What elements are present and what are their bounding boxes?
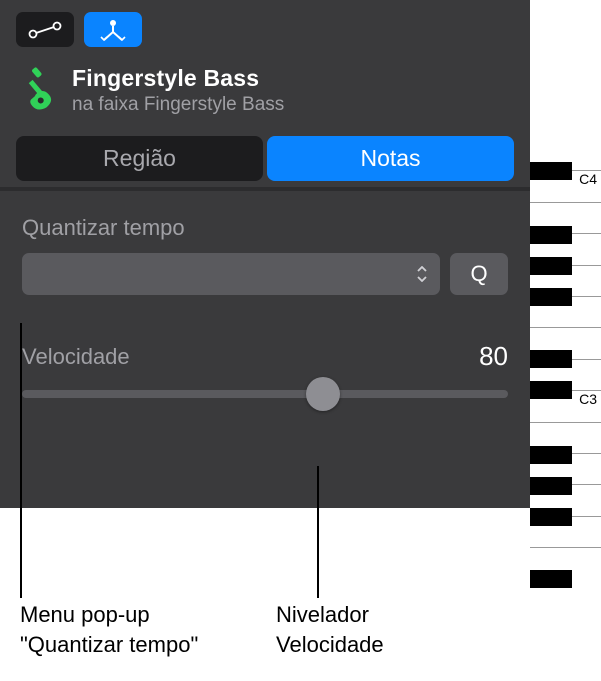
quantize-label: Quantizar tempo: [22, 215, 508, 241]
automation-button[interactable]: [16, 12, 74, 47]
key-label-c3: C3: [579, 391, 597, 407]
track-title: Fingerstyle Bass: [72, 65, 514, 92]
flex-button[interactable]: [84, 12, 142, 47]
tab-notes[interactable]: Notas: [267, 136, 514, 181]
tab-row: Região Notas: [0, 136, 530, 187]
velocity-slider[interactable]: [22, 390, 508, 398]
automation-curve-icon: [28, 21, 62, 39]
velocity-label: Velocidade: [22, 344, 130, 370]
toolbar: [0, 0, 530, 65]
quantize-dropdown[interactable]: [22, 253, 440, 295]
velocity-slider-thumb[interactable]: [306, 377, 340, 411]
flex-icon: [98, 18, 128, 42]
callout-velocity: Nivelador Velocidade: [276, 600, 384, 659]
velocity-value: 80: [479, 341, 508, 372]
tab-region[interactable]: Região: [16, 136, 263, 181]
track-subtitle: na faixa Fingerstyle Bass: [72, 94, 514, 116]
guitar-icon: [7, 60, 69, 122]
callout-quantize: Menu pop-up "Quantizar tempo": [20, 600, 198, 659]
chevron-updown-icon: [416, 266, 428, 282]
piano-ruler[interactable]: C4 C3: [530, 140, 601, 580]
quantize-apply-button[interactable]: Q: [450, 253, 508, 295]
callout-line-quantize: [20, 323, 22, 598]
track-header: Fingerstyle Bass na faixa Fingerstyle Ba…: [0, 65, 530, 136]
key-label-c4: C4: [579, 171, 597, 187]
callout-line-velocity: [317, 466, 319, 598]
